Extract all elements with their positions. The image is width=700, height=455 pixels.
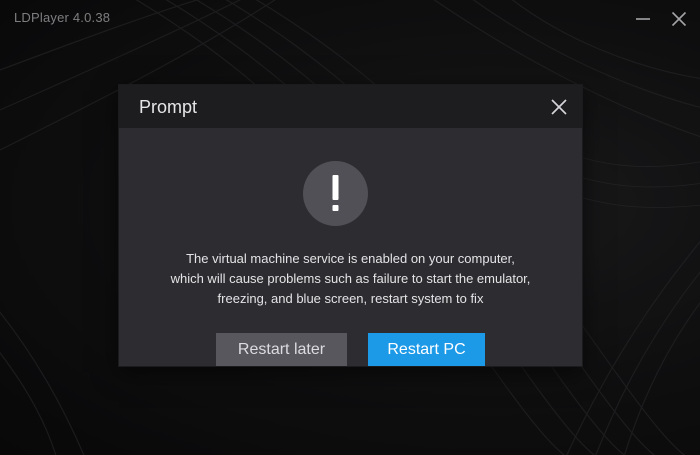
dialog-header: Prompt bbox=[119, 85, 582, 128]
app-window: LDPlayer 4.0.38 Prompt The virtual machi… bbox=[0, 0, 700, 455]
exclamation-icon bbox=[303, 161, 368, 226]
close-icon bbox=[551, 99, 567, 115]
message-line: which will cause problems such as failur… bbox=[170, 271, 531, 286]
exclamation-mark bbox=[332, 175, 339, 211]
message-line: freezing, and blue screen, restart syste… bbox=[217, 291, 484, 306]
message-line: The virtual machine service is enabled o… bbox=[186, 251, 515, 266]
prompt-dialog: Prompt The virtual machine service is en… bbox=[119, 85, 582, 366]
dialog-title: Prompt bbox=[139, 97, 198, 117]
dialog-close-button[interactable] bbox=[547, 95, 571, 119]
restart-later-button[interactable]: Restart later bbox=[216, 333, 347, 366]
restart-pc-button[interactable]: Restart PC bbox=[368, 333, 485, 366]
dialog-message: The virtual machine service is enabled o… bbox=[129, 249, 572, 309]
